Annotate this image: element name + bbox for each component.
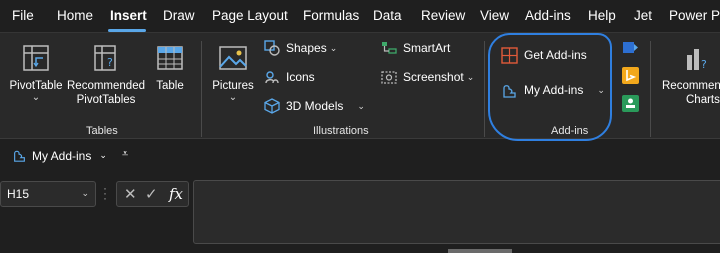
ribbon: PivotTable ⌄ ? Recommended PivotTables T… bbox=[0, 32, 720, 141]
shapes-label: Shapes bbox=[286, 41, 327, 55]
menu-review[interactable]: Review bbox=[421, 8, 465, 23]
formula-input[interactable] bbox=[193, 180, 720, 244]
qat-my-add-ins-button[interactable]: My Add-ins ⌄ bbox=[12, 148, 107, 163]
3d-cube-icon bbox=[264, 98, 280, 114]
shapes-button[interactable]: Shapes ⌄ bbox=[264, 38, 337, 58]
recommended-pivottables-icon: ? bbox=[94, 45, 116, 71]
svg-text:?: ? bbox=[107, 56, 113, 69]
pivottable-button[interactable]: PivotTable ⌄ bbox=[6, 43, 66, 103]
pivottable-icon bbox=[23, 45, 49, 71]
recommended-charts-icon: ? bbox=[687, 49, 707, 71]
pictures-icon bbox=[219, 46, 247, 70]
qat-my-add-ins-label: My Add-ins bbox=[32, 148, 92, 163]
menu-help[interactable]: Help bbox=[588, 8, 616, 23]
recommended-charts-button[interactable]: ? Recommen Charts bbox=[660, 43, 720, 107]
cancel-icon[interactable]: ✕ bbox=[124, 185, 137, 203]
visio-add-in-button[interactable] bbox=[622, 39, 639, 61]
shapes-icon bbox=[264, 40, 280, 56]
3d-models-label: 3D Models bbox=[286, 99, 344, 113]
visio-icon bbox=[623, 42, 638, 53]
recommended-pivottables-button[interactable]: ? Recommended PivotTables bbox=[64, 43, 148, 107]
menu-insert[interactable]: Insert bbox=[110, 8, 147, 23]
recommended-charts-label-1: Recommen bbox=[662, 80, 720, 92]
chevron-down-icon: ⌄ bbox=[466, 71, 475, 82]
puzzle-icon bbox=[14, 150, 25, 162]
chevron-down-icon: ⌄ bbox=[81, 188, 89, 198]
chevron-down-icon: ⌄ bbox=[228, 92, 238, 103]
annotation-circle bbox=[488, 33, 612, 141]
chevron-down-icon: ⌄ bbox=[357, 100, 365, 111]
bing-icon bbox=[622, 67, 639, 84]
group-divider bbox=[201, 41, 202, 137]
smartart-icon bbox=[382, 42, 397, 54]
illustrations-group-label: Illustrations bbox=[313, 125, 369, 137]
menu-bar: File Home Insert Draw Page Layout Formul… bbox=[0, 0, 720, 32]
people-graph-button[interactable] bbox=[622, 95, 639, 117]
menu-draw[interactable]: Draw bbox=[163, 8, 195, 23]
more-options-icon[interactable]: · · · bbox=[103, 182, 107, 204]
bing-maps-button[interactable] bbox=[622, 67, 639, 89]
people-graph-icon bbox=[622, 95, 639, 112]
chevron-down-icon: ⌄ bbox=[329, 42, 338, 53]
customize-qat-button[interactable]: ⩡ bbox=[122, 148, 128, 161]
tables-group-label: Tables bbox=[86, 125, 118, 137]
formula-bar: H15 ⌄ · · · ✕ ✓ fx bbox=[0, 176, 720, 253]
recommended-label-1: Recommended bbox=[67, 80, 145, 92]
pictures-button[interactable]: Pictures ⌄ bbox=[209, 43, 257, 103]
name-box-value: H15 bbox=[7, 187, 30, 201]
formula-actions: ✕ ✓ fx bbox=[116, 181, 189, 207]
menu-page-layout[interactable]: Page Layout bbox=[212, 8, 288, 23]
icons-icon bbox=[265, 71, 279, 84]
group-divider bbox=[650, 41, 651, 137]
table-label: Table bbox=[156, 80, 184, 92]
menu-add-ins[interactable]: Add-ins bbox=[525, 8, 571, 23]
menu-file[interactable]: File bbox=[12, 8, 34, 23]
name-box[interactable]: H15 ⌄ bbox=[0, 181, 96, 207]
3d-models-button[interactable]: 3D Models ⌄ bbox=[264, 96, 365, 116]
quick-access-toolbar: My Add-ins ⌄ ⩡ bbox=[0, 143, 720, 171]
svg-text:?: ? bbox=[701, 58, 707, 71]
recommended-label-2: PivotTables bbox=[76, 94, 136, 106]
menu-data[interactable]: Data bbox=[373, 8, 402, 23]
recommended-charts-label-2: Charts bbox=[686, 94, 720, 106]
menu-home[interactable]: Home bbox=[57, 8, 93, 23]
pivottable-label: PivotTable bbox=[9, 80, 63, 92]
insert-function-button[interactable]: fx bbox=[169, 185, 183, 203]
table-button[interactable]: Table bbox=[150, 43, 190, 93]
menu-formulas[interactable]: Formulas bbox=[303, 8, 359, 23]
enter-check-icon[interactable]: ✓ bbox=[145, 185, 158, 203]
icons-button[interactable]: Icons bbox=[264, 67, 315, 87]
screenshot-icon bbox=[381, 71, 397, 84]
scrollbar-thumb[interactable] bbox=[448, 249, 512, 253]
menu-power-pivot[interactable]: Power Pi bbox=[669, 8, 720, 23]
pictures-label: Pictures bbox=[212, 80, 254, 92]
smartart-label: SmartArt bbox=[403, 41, 451, 55]
group-divider bbox=[484, 41, 485, 137]
screenshot-label: Screenshot bbox=[403, 70, 464, 84]
table-icon bbox=[157, 46, 183, 70]
screenshot-button[interactable]: Screenshot ⌄ bbox=[381, 67, 474, 87]
smartart-button[interactable]: SmartArt bbox=[381, 38, 450, 58]
chevron-down-icon: ⌄ bbox=[99, 150, 107, 160]
menu-view[interactable]: View bbox=[480, 8, 509, 23]
icons-label: Icons bbox=[286, 70, 315, 84]
customize-menu-icon: ⩡ bbox=[122, 148, 129, 160]
menu-jet[interactable]: Jet bbox=[634, 8, 652, 23]
chevron-down-icon: ⌄ bbox=[31, 92, 41, 103]
